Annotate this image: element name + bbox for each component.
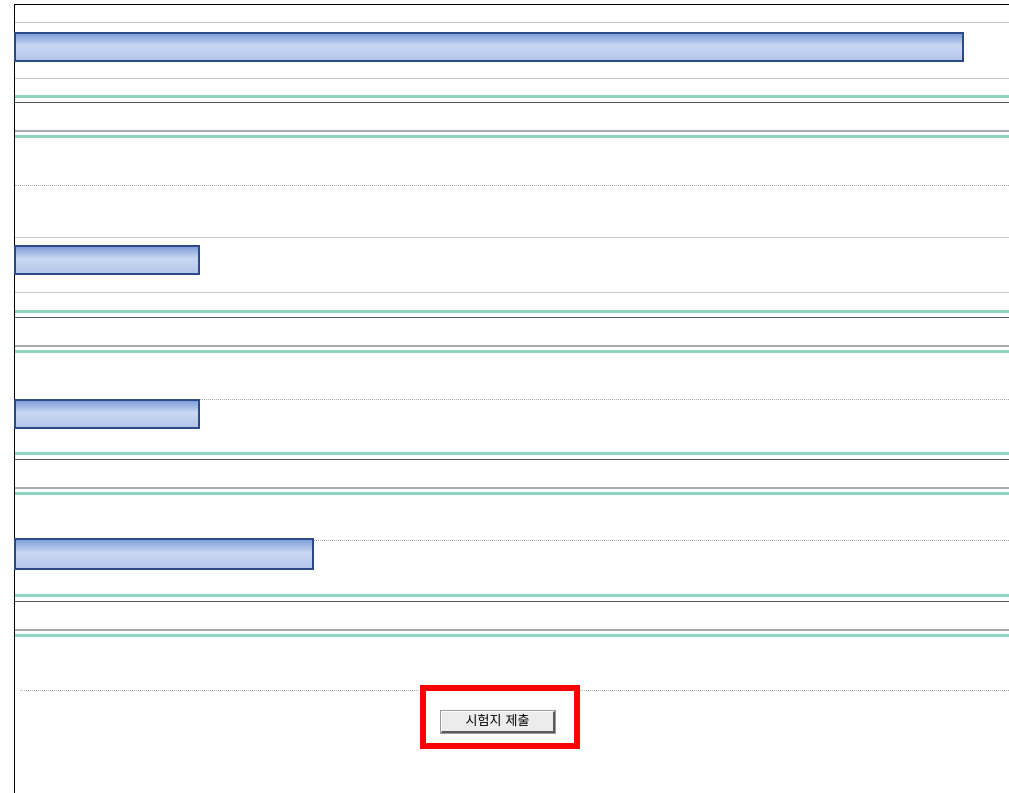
redacted-question-label [14, 245, 200, 275]
divider-dotted [314, 540, 1009, 541]
divider-dark [15, 601, 1009, 602]
divider [15, 345, 1009, 347]
divider-dark [15, 317, 1009, 318]
divider [15, 237, 1009, 238]
divider-teal [15, 310, 1009, 313]
divider-dotted [15, 185, 1009, 186]
divider-dark [15, 102, 1009, 103]
divider-teal [15, 594, 1009, 597]
submit-exam-button[interactable]: 시험지 제출 [440, 710, 556, 734]
divider [15, 629, 1009, 631]
divider-dark [15, 459, 1009, 460]
divider [15, 487, 1009, 489]
divider-teal [15, 452, 1009, 455]
divider [15, 130, 1009, 132]
divider-teal [15, 350, 1009, 353]
divider-teal [15, 95, 1009, 98]
redacted-exam-title [14, 32, 964, 62]
divider [15, 78, 1009, 79]
divider-teal [15, 634, 1009, 637]
divider [15, 292, 1009, 293]
divider-dotted [200, 399, 1009, 400]
divider [15, 22, 1009, 23]
redacted-question-label [14, 399, 200, 429]
redacted-question-label [14, 538, 314, 570]
divider-teal [15, 135, 1009, 138]
divider-teal [15, 492, 1009, 495]
